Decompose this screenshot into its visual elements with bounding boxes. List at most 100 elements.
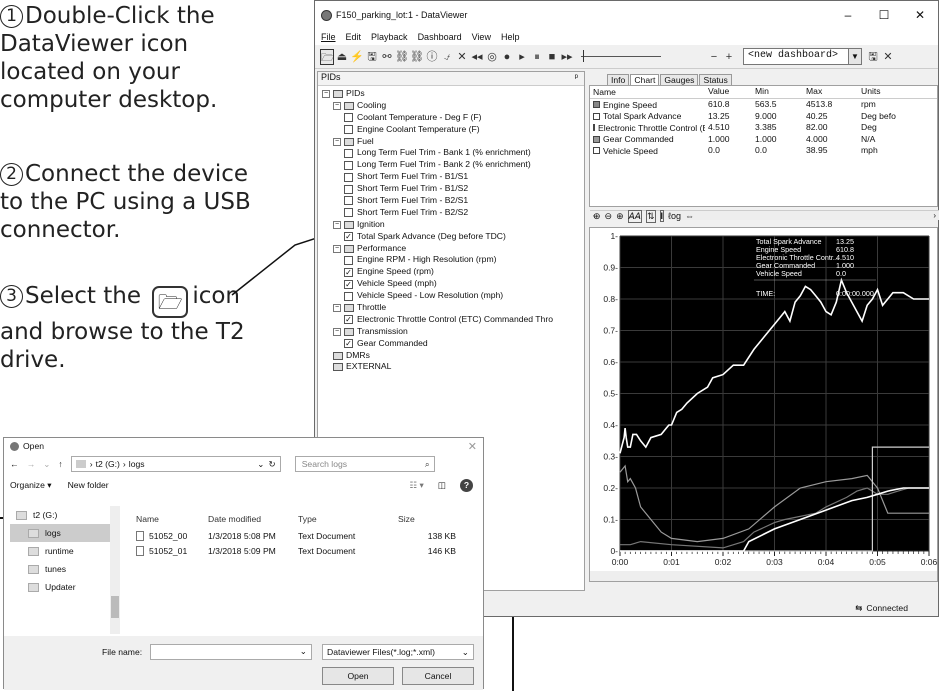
zoom-in-icon[interactable]: ⊕ xyxy=(593,211,601,222)
table-row[interactable]: Vehicle Speed 0.0 0.0 38.95 mph xyxy=(590,145,937,157)
nav-item[interactable]: logs xyxy=(10,524,120,542)
pid-checkbox[interactable]: ✓ xyxy=(344,232,353,242)
refresh-icon[interactable]: ↻ xyxy=(268,459,275,470)
info-icon[interactable]: ⓘ xyxy=(425,49,439,65)
zoom-out-icon[interactable]: ⊖ xyxy=(605,211,613,222)
back-arrow-icon[interactable]: ← xyxy=(10,459,19,469)
column-header[interactable]: Size xyxy=(394,514,456,524)
pid-item[interactable]: ✓ Vehicle Speed (mph) xyxy=(322,278,584,290)
zoom-fit-icon[interactable]: ⊕ xyxy=(616,211,624,222)
pid-checkbox[interactable] xyxy=(344,125,353,135)
tree-node[interactable]: − Ignition xyxy=(322,219,584,231)
nav-item[interactable]: Updater xyxy=(10,578,120,596)
open-folder-button[interactable]: 🗁 xyxy=(320,48,335,65)
expand-toggle-icon[interactable]: − xyxy=(333,137,341,146)
pid-checkbox[interactable] xyxy=(344,196,353,206)
nav-scrollbar[interactable] xyxy=(110,506,120,634)
column-header[interactable]: Name xyxy=(590,86,705,98)
zoom-in-icon[interactable]: + xyxy=(722,49,736,65)
column-header[interactable]: Date modified xyxy=(208,514,298,524)
tree-node[interactable]: DMRs xyxy=(322,350,584,362)
file-row[interactable]: 51052_00 1/3/2018 5:08 PM Text Document 138… xyxy=(132,528,472,543)
connect-icon[interactable]: ⚡ xyxy=(350,49,364,65)
pid-item[interactable]: Short Term Fuel Trim - B2/S2 xyxy=(322,207,584,219)
unlink-icon[interactable]: ⛓ xyxy=(410,49,424,65)
address-bar[interactable]: › t2 (G:) › logs ⌄ ↻ xyxy=(70,456,281,472)
tree-node[interactable]: EXTERNAL xyxy=(322,361,584,373)
chevron-down-icon[interactable]: ⌄ xyxy=(43,459,50,470)
log-scale-icon[interactable]: ℓog xyxy=(668,211,681,221)
help-icon[interactable]: ? xyxy=(460,478,473,492)
pid-item[interactable]: Long Term Fuel Trim - Bank 2 (% enrichme… xyxy=(322,159,584,171)
expand-toggle-icon[interactable]: − xyxy=(322,89,330,98)
tree-node[interactable]: − Throttle xyxy=(322,302,584,314)
table-row[interactable]: Total Spark Advance 13.25 9.000 40.25 Deg be… xyxy=(590,111,937,123)
organize-button[interactable]: Organize ▾ xyxy=(10,480,52,491)
search-input[interactable]: Search logs ⌕ xyxy=(294,456,435,472)
view-options-icon[interactable]: ☷ ▾ xyxy=(409,480,423,491)
rewind-icon[interactable]: ◂◂ xyxy=(470,49,484,65)
column-header[interactable]: Units xyxy=(858,86,918,98)
address-segment[interactable]: t2 (G:) xyxy=(96,459,120,469)
pid-item[interactable]: Engine Coolant Temperature (F) xyxy=(322,124,584,136)
menu-view[interactable]: View xyxy=(472,32,491,42)
pid-checkbox[interactable]: ✓ xyxy=(344,267,353,277)
pid-item[interactable]: ✓ Electronic Throttle Control (ETC) Comma… xyxy=(322,314,584,326)
tab-chart[interactable]: Chart xyxy=(630,74,660,85)
pid-item[interactable]: ✓ Gear Commanded xyxy=(322,338,584,350)
delete-icon[interactable]: ✕ xyxy=(455,49,469,65)
menu-file[interactable]: File xyxy=(321,32,336,42)
link-icon[interactable]: ⛓ xyxy=(395,49,409,65)
dashboard-select[interactable]: <new dashboard> xyxy=(743,48,849,65)
address-segment[interactable]: logs xyxy=(129,459,145,469)
tree-node[interactable]: − Fuel xyxy=(322,136,584,148)
file-type-select[interactable]: Dataviewer Files(*.log;*.xml) ⌄ xyxy=(322,644,474,660)
column-header[interactable]: Type xyxy=(298,514,394,524)
playback-slider[interactable] xyxy=(581,50,661,62)
pid-checkbox[interactable] xyxy=(344,172,353,182)
pid-item[interactable]: Short Term Fuel Trim - B2/S1 xyxy=(322,195,584,207)
file-name-input[interactable]: ⌄ xyxy=(150,644,312,660)
file-row[interactable]: 51052_01 1/3/2018 5:09 PM Text Document 146… xyxy=(132,543,472,558)
menu-dashboard[interactable]: Dashboard xyxy=(418,32,462,42)
binoculars-icon[interactable]: ⚯ xyxy=(380,49,394,65)
save-dashboard-icon[interactable]: 🖫 xyxy=(866,49,880,65)
chevron-down-icon[interactable]: ⌄ xyxy=(300,646,307,657)
column-header[interactable]: Max xyxy=(803,86,858,98)
tree-node[interactable]: − Performance xyxy=(322,243,584,255)
pid-checkbox[interactable]: ✓ xyxy=(344,279,353,289)
cursor-icon[interactable]: I xyxy=(659,210,665,222)
line-chart[interactable]: 1- 0.9- 0.8- 0.7- 0.6- 0.5- 0.4- 0.3- 0.2- 0.1- 0-… xyxy=(590,228,938,581)
pid-checkbox[interactable] xyxy=(344,184,353,194)
chevron-down-icon[interactable]: ⌄ xyxy=(257,459,264,470)
chevron-down-icon[interactable]: ▼ xyxy=(849,48,862,65)
expand-toggle-icon[interactable]: − xyxy=(333,244,341,253)
pan-icon[interactable]: ⇔ xyxy=(685,211,694,221)
column-header[interactable]: Name xyxy=(132,514,208,524)
save-icon[interactable]: 🖫 xyxy=(365,49,379,65)
scale-icon[interactable]: ⇅ xyxy=(645,209,656,223)
menu-playback[interactable]: Playback xyxy=(371,32,408,42)
pid-item[interactable]: ✓ Total Spark Advance (Deg before TDC) xyxy=(322,231,584,243)
filter-icon[interactable]: ⍻ xyxy=(440,49,454,65)
tree-node[interactable]: − Cooling xyxy=(322,100,584,112)
tab-info[interactable]: Info xyxy=(607,74,630,85)
nav-item[interactable]: tunes xyxy=(10,560,120,578)
pid-checkbox[interactable] xyxy=(344,255,353,265)
tab-gauges[interactable]: Gauges xyxy=(660,74,699,85)
chart-area[interactable]: 1- 0.9- 0.8- 0.7- 0.6- 0.5- 0.4- 0.3- 0.2- 0.1- 0-… xyxy=(589,227,938,582)
pid-checkbox[interactable] xyxy=(344,291,353,301)
menu-help[interactable]: Help xyxy=(501,32,520,42)
pid-checkbox[interactable]: ✓ xyxy=(344,339,353,349)
table-row[interactable]: Electronic Throttle Control (ET...4.510 3… xyxy=(590,122,937,134)
pid-item[interactable]: Long Term Fuel Trim - Bank 1 (% enrichme… xyxy=(322,147,584,159)
dialog-close-button[interactable]: ✕ xyxy=(468,440,477,453)
pid-checkbox[interactable] xyxy=(344,160,353,170)
open-button[interactable]: Open xyxy=(322,667,394,685)
pid-item[interactable]: Coolant Temperature - Deg F (F) xyxy=(322,112,584,124)
expand-toggle-icon[interactable]: − xyxy=(333,101,341,110)
pid-checkbox[interactable] xyxy=(344,208,353,218)
tree-node[interactable]: − Transmission xyxy=(322,326,584,338)
pause-icon[interactable]: ⏸ xyxy=(530,49,544,65)
expand-toggle-icon[interactable]: − xyxy=(333,220,341,229)
